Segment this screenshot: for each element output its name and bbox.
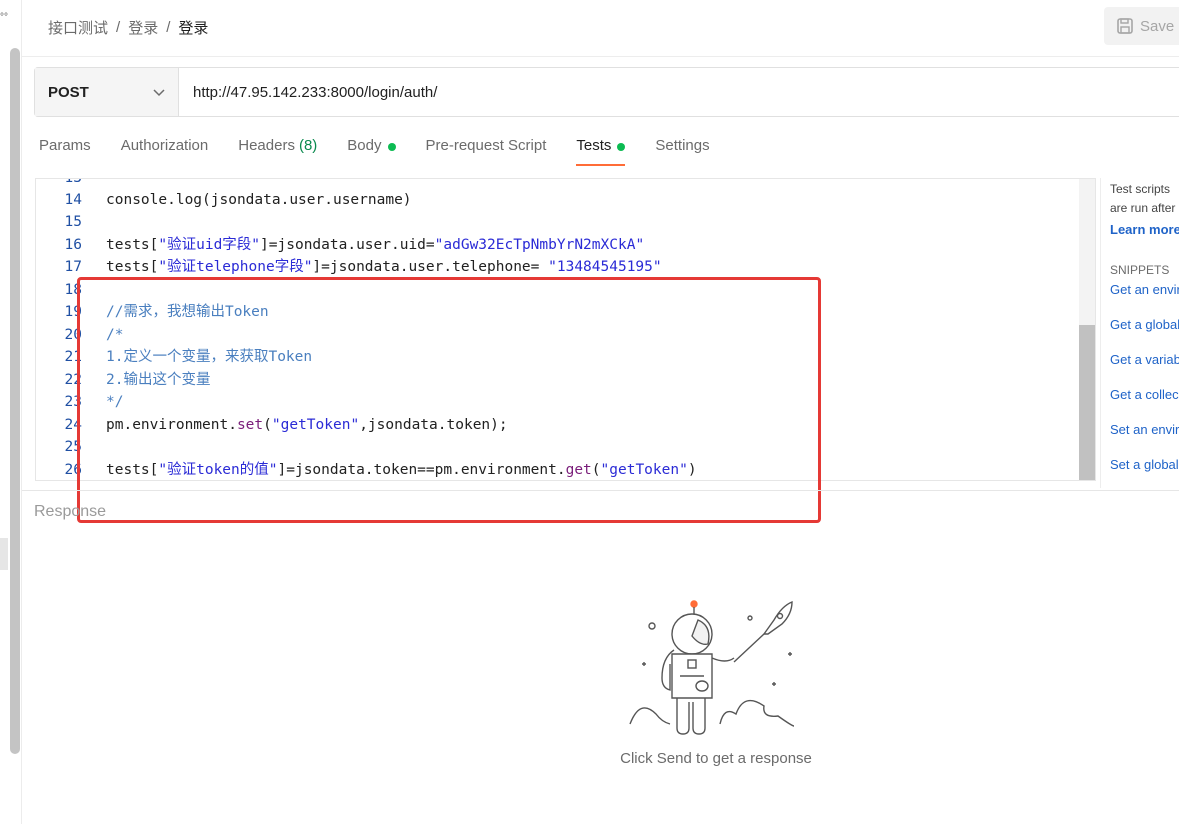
tab-authorization[interactable]: Authorization [121, 137, 209, 169]
sidebar-collapse-tab[interactable] [0, 538, 8, 570]
tab-label: Params [39, 137, 91, 154]
line-number: 16 [64, 237, 82, 253]
line-number: 19 [64, 304, 82, 320]
code-text: tests["验证uid字段"]=jsondata.user.uid="adGw… [106, 237, 645, 253]
line-number: 18 [64, 282, 82, 298]
code-line: 13 [36, 178, 1076, 189]
empty-response-message: Click Send to get a response [620, 750, 812, 767]
line-number: 17 [64, 259, 82, 275]
response-heading: Response [34, 503, 107, 520]
line-number: 25 [64, 439, 82, 455]
breadcrumb-item[interactable]: 接口测试 [48, 17, 108, 38]
line-number: 26 [64, 462, 82, 478]
method-select[interactable]: POST [35, 68, 179, 116]
tab-body[interactable]: Body [347, 137, 396, 169]
breadcrumb-separator: / [116, 19, 121, 36]
save-button[interactable]: Save [1104, 7, 1179, 45]
code-text: console.log(jsondata.user.username) [106, 192, 412, 208]
snippet-link[interactable]: Get an envir [1110, 282, 1179, 297]
save-label: Save [1140, 17, 1175, 35]
line-number: 20 [64, 327, 82, 343]
snippet-link[interactable]: Get a variab [1110, 352, 1179, 367]
breadcrumb-separator: / [166, 19, 171, 36]
request-bar: POST http://47.95.142.233:8000/login/aut… [34, 67, 1179, 117]
line-number: 21 [64, 349, 82, 365]
code-line: 14 console.log(jsondata.user.username) [36, 189, 1076, 211]
tab-label: Settings [655, 137, 710, 154]
more-icon[interactable]: °° [0, 12, 8, 23]
annotation-highlight-box [77, 277, 821, 523]
status-dot [387, 143, 396, 151]
url-input[interactable]: http://47.95.142.233:8000/login/auth/ [179, 68, 1179, 116]
line-number: 13 [64, 178, 82, 186]
chevron-down-icon [153, 89, 165, 97]
headers-count: (8) [298, 137, 318, 154]
line-number: 24 [64, 417, 82, 433]
sidebar-scrollbar[interactable] [10, 48, 20, 754]
line-number: 23 [64, 394, 82, 410]
save-icon [1117, 18, 1133, 34]
divider [22, 56, 1179, 57]
snippets-sidebar: Test scripts are run after Learn more SN… [1100, 178, 1179, 488]
tab-params[interactable]: Params [39, 137, 91, 169]
status-dot [617, 143, 626, 151]
request-tabs: Params Authorization Headers (8) Body Pre… [39, 137, 740, 169]
line-number: 22 [64, 372, 82, 388]
line-number: 15 [64, 214, 82, 230]
sidebar-description: are run after [1110, 201, 1176, 215]
breadcrumb-current[interactable]: 登录 [178, 17, 208, 38]
snippets-heading: SNIPPETS [1110, 263, 1170, 277]
tab-label: Pre-request Script [425, 137, 547, 154]
tab-label: Headers [238, 137, 295, 154]
response-divider[interactable] [22, 490, 1179, 491]
method-label: POST [48, 83, 89, 101]
tab-tests[interactable]: Tests [576, 137, 626, 169]
astronaut-illustration [629, 600, 795, 735]
code-line: 17 tests["验证telephone字段"]=jsondata.user.t… [36, 256, 1076, 278]
breadcrumb-item[interactable]: 登录 [128, 17, 158, 38]
left-strip: °° [0, 0, 22, 824]
breadcrumb: 接口测试 / 登录 / 登录 [48, 17, 208, 38]
code-line: 16 tests["验证uid字段"]=jsondata.user.uid="ad… [36, 234, 1076, 256]
code-text: tests["验证telephone字段"]=jsondata.user.tel… [106, 259, 662, 275]
snippet-link[interactable]: Set an envir [1110, 422, 1179, 437]
snippet-link[interactable]: Set a global [1110, 457, 1179, 472]
snippet-link[interactable]: Get a global [1110, 317, 1179, 332]
tab-settings[interactable]: Settings [655, 137, 709, 169]
tab-label: Tests [576, 137, 612, 154]
tab-pre-request-script[interactable]: Pre-request Script [426, 137, 547, 169]
line-number: 14 [64, 192, 82, 208]
tab-headers[interactable]: Headers (8) [238, 137, 317, 169]
tab-label: Body [347, 137, 382, 154]
code-line: 15 [36, 211, 1076, 233]
tab-label: Authorization [120, 137, 209, 154]
sidebar-description: Test scripts [1110, 182, 1171, 196]
learn-more-link[interactable]: Learn more [1110, 222, 1179, 237]
editor-scrollbar-thumb[interactable] [1079, 325, 1095, 480]
snippet-link[interactable]: Get a collec [1110, 387, 1179, 402]
